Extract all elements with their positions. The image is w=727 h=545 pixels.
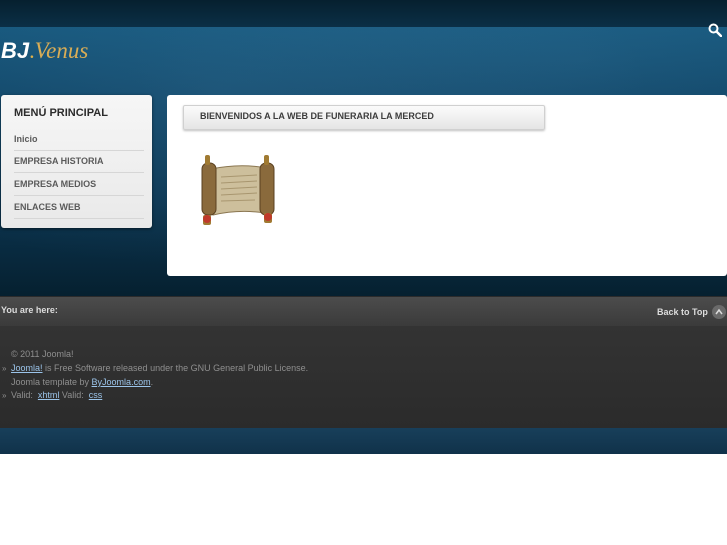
license-line: Joomla! is Free Software released under … [11, 363, 308, 373]
logo-bj: BJ [1, 38, 30, 63]
menu-item-label: Inicio [14, 134, 38, 144]
license-text: is Free Software released under the GNU … [42, 363, 309, 373]
template-line: Joomla template by ByJoomla.com. [11, 377, 153, 387]
menu-item-empresa-medios[interactable]: EMPRESA MEDIOS [14, 173, 144, 196]
welcome-heading: BIENVENIDOS A LA WEB DE FUNERARIA LA MER… [200, 111, 434, 121]
bullet-icon: » [2, 364, 7, 373]
arrow-up-icon[interactable] [712, 305, 726, 319]
valid-label: Valid: [11, 390, 33, 400]
menu-item-label: ENLACES WEB [14, 202, 81, 212]
main-menu-title: MENÚ PRINCIPAL [14, 107, 108, 119]
logo-venus: Venus [34, 38, 89, 63]
menu-item-enlaces-web[interactable]: ENLACES WEB [14, 196, 144, 219]
byjoomla-link[interactable]: ByJoomla.com [92, 377, 151, 387]
bullet-icon: » [2, 391, 7, 400]
top-bar [0, 0, 727, 27]
css-link[interactable]: css [89, 390, 103, 400]
joomla-link[interactable]: Joomla! [11, 363, 43, 373]
copyright-text: © 2011 Joomla! [11, 349, 74, 359]
menu-item-inicio[interactable]: Inicio [14, 128, 144, 151]
back-to-top-link[interactable]: Back to Top [657, 307, 708, 317]
breadcrumb-bar [0, 296, 727, 327]
search-icon[interactable] [708, 23, 723, 38]
menu-item-label: EMPRESA HISTORIA [14, 156, 104, 166]
valid-label: Valid: [59, 390, 84, 400]
menu-item-label: EMPRESA MEDIOS [14, 179, 97, 189]
template-text: Joomla template by [11, 377, 92, 387]
site-logo[interactable]: BJ.Venus [1, 38, 88, 68]
xhtml-link[interactable]: xhtml [38, 390, 60, 400]
menu-item-empresa-historia[interactable]: EMPRESA HISTORIA [14, 150, 144, 173]
validation-line: Valid: xhtml Valid: css [11, 390, 102, 400]
breadcrumb: You are here: [1, 305, 58, 315]
template-end: . [150, 377, 154, 387]
footer-bottom-bar [0, 428, 727, 454]
scroll-image [193, 155, 287, 225]
